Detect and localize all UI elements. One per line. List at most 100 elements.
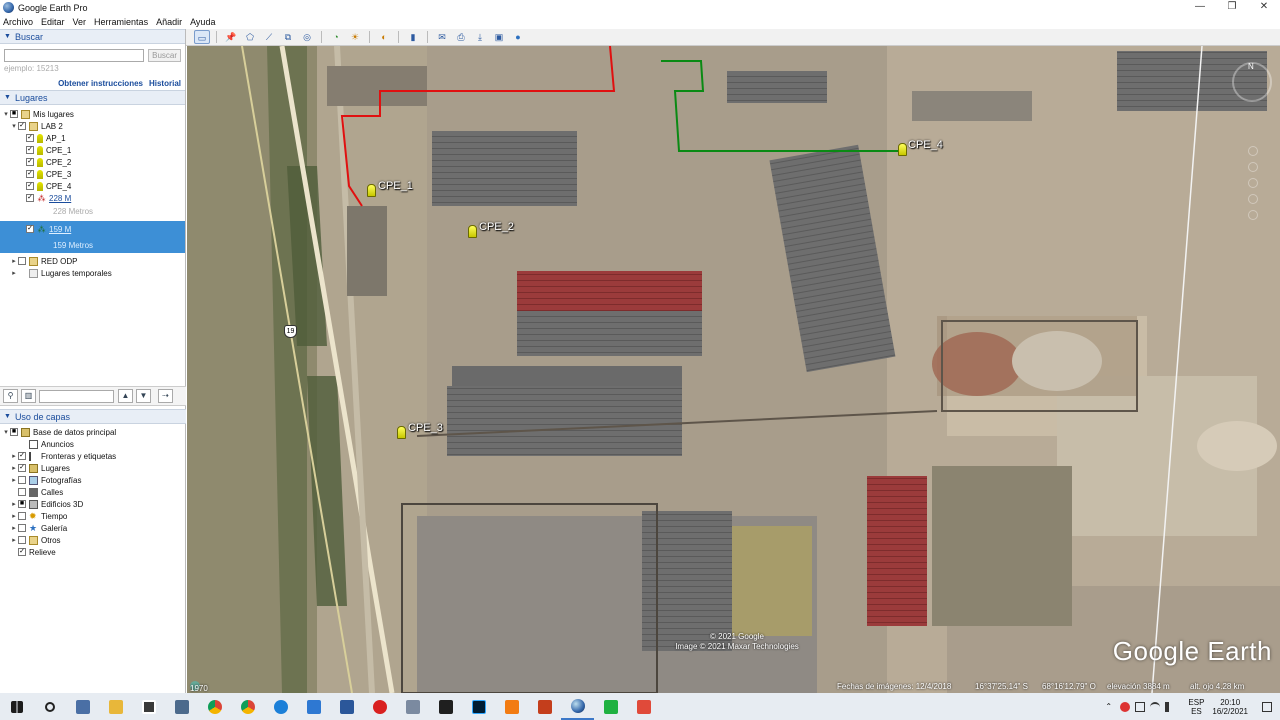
taskbar-app[interactable] xyxy=(132,693,165,720)
save-image-icon[interactable]: ⤓ xyxy=(472,30,488,44)
collapse-icon[interactable]: ▾ xyxy=(2,428,10,436)
historical-imagery-button[interactable]: 1970 xyxy=(190,681,208,693)
menu-anadir[interactable]: Añadir xyxy=(156,17,182,27)
tree-label[interactable]: 228 M xyxy=(49,194,71,203)
layer-fronteras[interactable]: ▸ ✓ Fronteras y etiquetas xyxy=(0,450,186,462)
move-up-icon[interactable]: ▲ xyxy=(118,389,133,403)
checkbox[interactable]: ✓ xyxy=(18,122,26,130)
sidebar-toggle-icon[interactable]: ▭ xyxy=(194,30,210,44)
checkbox[interactable]: ■ xyxy=(10,110,18,118)
historical-imagery-icon[interactable]: ◔ xyxy=(328,30,344,44)
checkbox[interactable]: ✓ xyxy=(18,548,26,556)
placemark-icon[interactable] xyxy=(898,143,907,156)
print-icon[interactable]: ⎙ xyxy=(453,30,469,44)
taskbar-app[interactable] xyxy=(198,693,231,720)
tree-item-cpe3[interactable]: ✓ CPE_3 xyxy=(0,168,185,180)
zoom-out-icon[interactable] xyxy=(1248,194,1258,204)
checkbox[interactable] xyxy=(18,524,26,532)
map-view[interactable]: CPE_1 CPE_2 CPE_3 CPE_4 19 N © 2021 Goog… xyxy=(187,46,1280,693)
planets-icon[interactable]: ◐ xyxy=(376,30,392,44)
layers-section-header[interactable]: ▼ Uso de capas xyxy=(0,409,186,424)
placemark-icon[interactable] xyxy=(468,225,477,238)
pin-label-cpe3[interactable]: CPE_3 xyxy=(408,422,443,434)
add-polygon-icon[interactable]: ⬠ xyxy=(242,30,258,44)
checkbox[interactable]: ■ xyxy=(10,428,18,436)
checkbox[interactable]: ✓ xyxy=(26,134,34,142)
expand-icon[interactable]: ▸ xyxy=(10,269,18,277)
sunlight-icon[interactable]: ☀ xyxy=(347,30,363,44)
tree-item-red-odp[interactable]: ▸ RED ODP xyxy=(0,255,185,267)
expand-icon[interactable]: ▸ xyxy=(10,257,18,265)
pin-label-cpe1[interactable]: CPE_1 xyxy=(378,180,413,192)
expand-icon[interactable]: ▸ xyxy=(10,524,18,532)
tree-item-cpe2[interactable]: ✓ CPE_2 xyxy=(0,156,185,168)
zoom-in-icon[interactable] xyxy=(1248,146,1258,156)
street-view-icon[interactable] xyxy=(1248,210,1258,220)
collapse-icon[interactable]: ▾ xyxy=(2,110,10,118)
record-tour-icon[interactable]: ◎ xyxy=(299,30,315,44)
menu-archivo[interactable]: Archivo xyxy=(3,17,33,27)
tree-item-cpe1[interactable]: ✓ CPE_1 xyxy=(0,144,185,156)
checkbox[interactable]: ✓ xyxy=(26,146,34,154)
search-section-header[interactable]: ▼ Buscar xyxy=(0,29,185,44)
taskbar-app[interactable] xyxy=(396,693,429,720)
tree-item-temporary-places[interactable]: ▸ Lugares temporales xyxy=(0,267,185,279)
taskbar-app[interactable] xyxy=(330,693,363,720)
checkbox[interactable] xyxy=(18,536,26,544)
taskbar-app[interactable] xyxy=(528,693,561,720)
layer-fotografias[interactable]: ▸ Fotografías xyxy=(0,474,186,486)
taskbar-app[interactable] xyxy=(264,693,297,720)
taskbar-app[interactable] xyxy=(66,693,99,720)
checkbox[interactable]: ✓ xyxy=(26,170,34,178)
tree-label[interactable]: 159 M xyxy=(49,225,71,234)
tree-item-lab2[interactable]: ▾ ✓ LAB 2 xyxy=(0,120,185,132)
taskbar-app[interactable] xyxy=(462,693,495,720)
layer-lugares[interactable]: ▸ ✓ Lugares xyxy=(0,462,186,474)
tree-item-path-228[interactable]: ✓ ⁂ 228 M xyxy=(0,192,185,204)
menu-ayuda[interactable]: Ayuda xyxy=(190,17,215,27)
places-section-header[interactable]: ▼ Lugares xyxy=(0,90,185,105)
add-placemark-icon[interactable]: 📌 xyxy=(223,30,239,44)
layer-galeria[interactable]: ▸ ★ Galería xyxy=(0,522,186,534)
expand-icon[interactable]: ▸ xyxy=(10,452,18,460)
add-path-icon[interactable]: ⟋ xyxy=(261,30,277,44)
taskbar-app[interactable] xyxy=(297,693,330,720)
layer-anuncios[interactable]: Anuncios xyxy=(0,438,186,450)
start-button[interactable] xyxy=(0,693,33,720)
menu-editar[interactable]: Editar xyxy=(41,17,65,27)
tree-item-cpe4[interactable]: ✓ CPE_4 xyxy=(0,180,185,192)
chevron-up-icon[interactable]: ⌃ xyxy=(1105,702,1115,712)
menu-ver[interactable]: Ver xyxy=(73,17,87,27)
checkbox[interactable]: ✓ xyxy=(26,182,34,190)
wifi-icon[interactable] xyxy=(1150,701,1161,712)
panel-toggle-icon[interactable]: ▥ xyxy=(21,389,36,403)
layer-tiempo[interactable]: ▸ ✹ Tiempo xyxy=(0,510,186,522)
tour-icon[interactable]: ⇢ xyxy=(158,389,173,403)
zoom-step-icon[interactable] xyxy=(1248,162,1258,172)
layer-relieve[interactable]: ✓ Relieve xyxy=(0,546,186,558)
expand-icon[interactable]: ▸ xyxy=(10,476,18,484)
ruler-icon[interactable]: ▮ xyxy=(405,30,421,44)
add-image-overlay-icon[interactable]: ⧉ xyxy=(280,30,296,44)
checkbox[interactable] xyxy=(18,488,26,496)
zoom-slider[interactable] xyxy=(1248,146,1258,276)
checkbox[interactable]: ✓ xyxy=(18,452,26,460)
search-taskbar-button[interactable] xyxy=(33,693,66,720)
search-places-icon[interactable]: ⚲ xyxy=(3,389,18,403)
close-button[interactable]: ✕ xyxy=(1248,0,1280,15)
pin-label-cpe4[interactable]: CPE_4 xyxy=(908,139,943,151)
restore-button[interactable]: ❐ xyxy=(1216,0,1248,15)
taskbar-app[interactable] xyxy=(363,693,396,720)
checkbox[interactable] xyxy=(18,476,26,484)
taskbar-app[interactable] xyxy=(594,693,627,720)
checkbox[interactable]: ✓ xyxy=(26,158,34,166)
minimize-button[interactable]: — xyxy=(1184,0,1216,15)
menu-herramientas[interactable]: Herramientas xyxy=(94,17,148,27)
checkbox[interactable] xyxy=(18,512,26,520)
taskbar-app[interactable] xyxy=(627,693,660,720)
tree-item-ap1[interactable]: ✓ AP_1 xyxy=(0,132,185,144)
clock[interactable]: 20:10 16/2/2021 xyxy=(1212,698,1248,716)
language-indicator[interactable]: ESP ES xyxy=(1188,698,1204,716)
taskbar-app-google-earth[interactable] xyxy=(561,693,594,720)
network-icon[interactable] xyxy=(1135,701,1146,712)
